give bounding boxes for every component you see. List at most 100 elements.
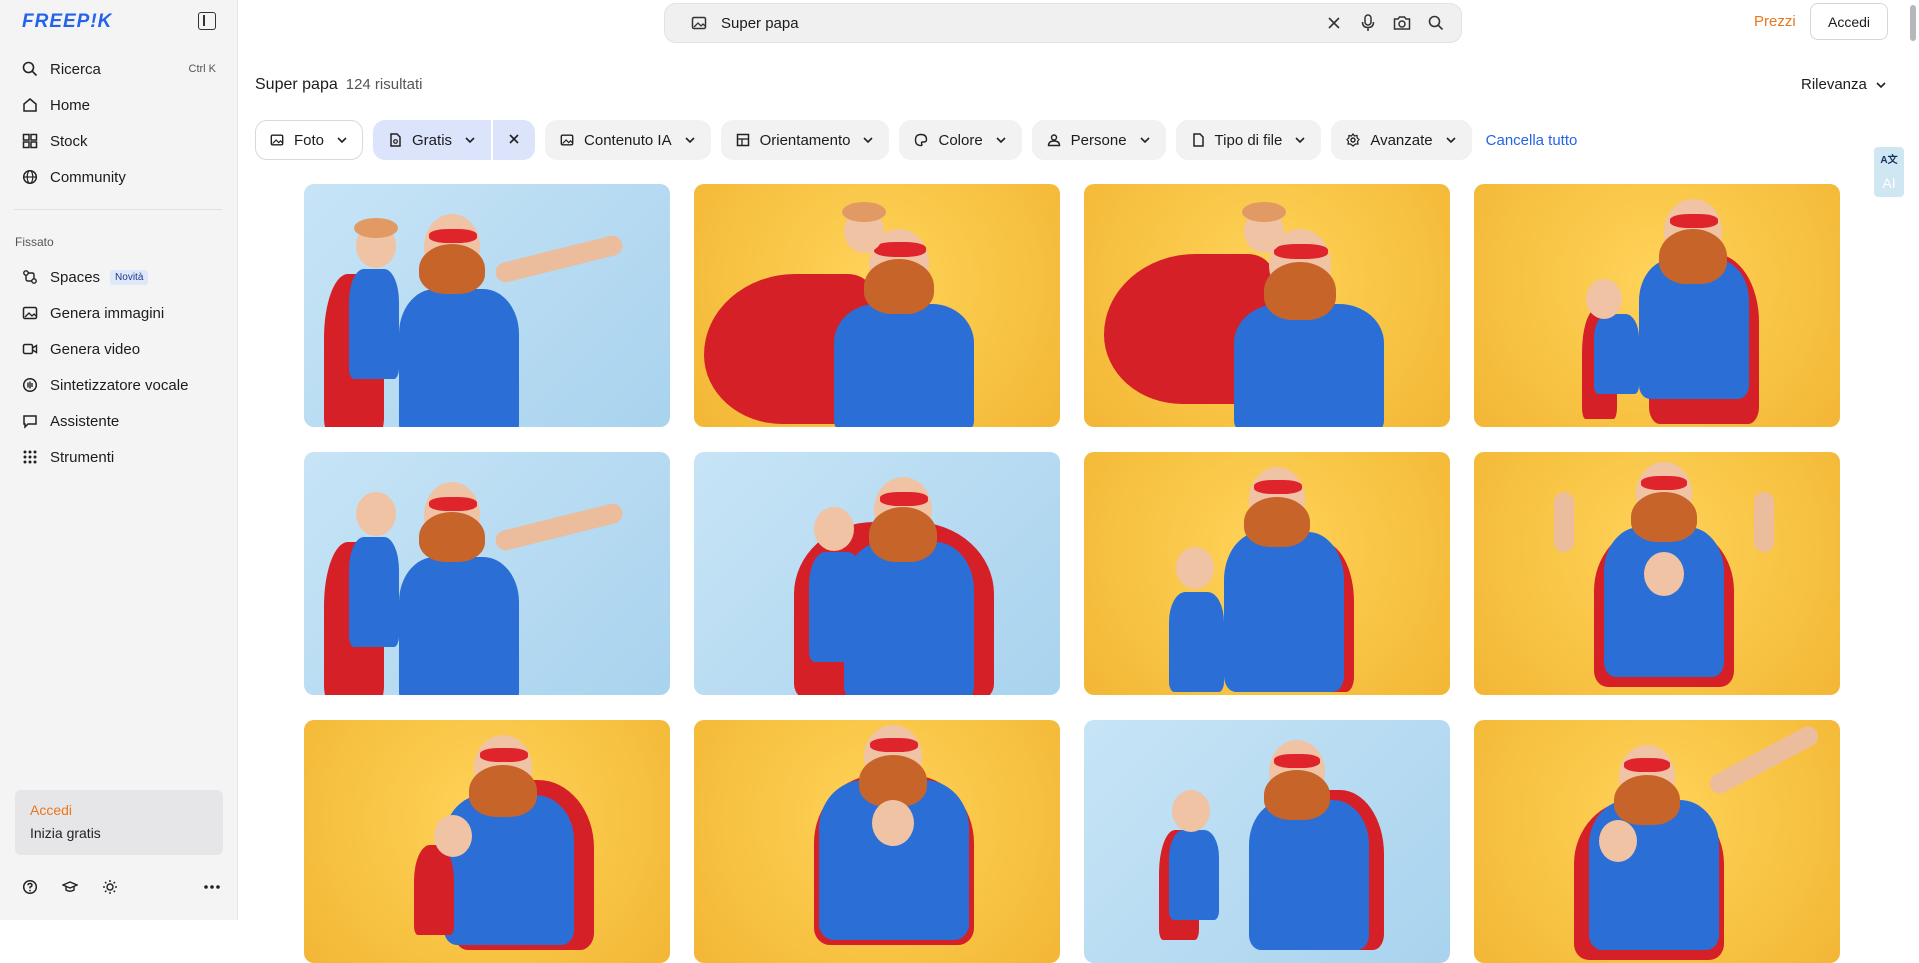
filter-label: Foto: [294, 131, 325, 149]
more-icon[interactable]: [202, 879, 222, 895]
result-image[interactable]: [1084, 184, 1450, 427]
result-image[interactable]: [1474, 720, 1840, 963]
clear-search-icon[interactable]: [1325, 14, 1343, 32]
result-image[interactable]: [694, 452, 1060, 695]
sidebar-item-label: Genera immagini: [50, 304, 165, 322]
login-link[interactable]: Accedi: [30, 802, 208, 818]
pinned-nav: Spaces Novità Genera immagini Genera vid…: [14, 259, 224, 475]
beard-shape: [419, 244, 485, 294]
remove-gratis-filter-button[interactable]: [493, 120, 536, 160]
chevron-down-icon: [995, 136, 1007, 144]
sidebar-item-spaces[interactable]: Spaces Novità: [14, 259, 224, 295]
collapse-sidebar-icon[interactable]: [198, 12, 216, 30]
result-image[interactable]: [304, 184, 670, 427]
beard-shape: [1244, 497, 1310, 547]
ai-content-icon: [560, 133, 574, 147]
close-icon: [508, 132, 520, 149]
sidebar-item-sintetizzatore-vocale[interactable]: Sintetizzatore vocale: [14, 367, 224, 403]
result-image[interactable]: [1084, 452, 1450, 695]
spaces-icon: [22, 269, 38, 285]
theme-icon[interactable]: [102, 879, 118, 895]
translate-icon: A文: [1880, 155, 1898, 166]
sidebar-item-label: Assistente: [50, 412, 120, 430]
filter-gratis-group: Gratis: [373, 120, 536, 160]
child-torso-shape: [1169, 592, 1224, 692]
child-head-shape: [814, 507, 854, 551]
pinned-section-label: Fissato: [15, 235, 54, 249]
search-bar[interactable]: Super papa: [664, 3, 1462, 43]
result-image[interactable]: [304, 452, 670, 695]
freepik-logo[interactable]: FREEP!K: [22, 11, 112, 32]
free-file-icon: [388, 133, 402, 147]
child-torso-shape: [1594, 314, 1639, 394]
mask-shape: [1670, 214, 1718, 228]
new-badge: Novità: [110, 269, 149, 285]
camera-search-icon[interactable]: [1393, 14, 1411, 32]
academy-icon[interactable]: [62, 879, 78, 895]
sidebar: FREEP!K Ricerca Ctrl K Home Stock Commun…: [0, 0, 238, 920]
clear-all-filters-link[interactable]: Cancella tutto: [1486, 132, 1578, 149]
sidebar-item-community[interactable]: Community: [14, 159, 224, 195]
sidebar-item-genera-immagini[interactable]: Genera immagini: [14, 295, 224, 331]
results-count: 124 risultati: [345, 76, 423, 93]
sidebar-item-home[interactable]: Home: [14, 87, 224, 123]
child-torso-shape: [809, 552, 864, 662]
child-head-shape: [434, 815, 472, 857]
scrollbar-thumb[interactable]: [1910, 5, 1916, 41]
filter-foto[interactable]: Foto: [255, 120, 364, 160]
filter-orientamento[interactable]: Orientamento: [720, 120, 890, 160]
mask-shape: [1254, 480, 1302, 494]
search-input[interactable]: Super papa: [721, 15, 1325, 32]
torso-shape: [834, 304, 974, 427]
beard-shape: [1614, 775, 1680, 825]
result-image[interactable]: [1474, 452, 1840, 695]
result-image[interactable]: [1474, 184, 1840, 427]
result-image[interactable]: [304, 720, 670, 963]
page-scrollbar[interactable]: [1907, 0, 1919, 920]
sidebar-item-label: Home: [50, 96, 91, 114]
mask-shape: [874, 242, 926, 257]
home-icon: [22, 97, 38, 113]
search-submit-icon[interactable]: [1427, 14, 1445, 32]
palette-icon: [914, 133, 928, 147]
image-search-type-icon[interactable]: [691, 15, 707, 31]
child-head-shape: [356, 492, 396, 536]
sidebar-item-genera-video[interactable]: Genera video: [14, 331, 224, 367]
sidebar-item-assistente[interactable]: Assistente: [14, 403, 224, 439]
mask-shape: [880, 492, 928, 506]
beard-shape: [419, 512, 485, 562]
filter-persone[interactable]: Persone: [1031, 120, 1166, 160]
mask-shape: [429, 229, 477, 243]
chevron-down-icon: [1445, 136, 1457, 144]
filter-contenuto-ia[interactable]: Contenuto IA: [545, 120, 711, 160]
sidebar-item-ricerca[interactable]: Ricerca Ctrl K: [14, 51, 224, 87]
shortcut-hint: Ctrl K: [188, 63, 217, 75]
beard-shape: [469, 765, 537, 817]
sort-dropdown[interactable]: Rilevanza: [1801, 76, 1887, 93]
filter-label: Colore: [938, 131, 983, 149]
result-image[interactable]: [694, 184, 1060, 427]
help-icon[interactable]: [22, 879, 38, 895]
search-icon: [22, 61, 38, 77]
pricing-link[interactable]: Prezzi: [1754, 13, 1796, 30]
beard-shape: [1631, 492, 1697, 542]
child-head-shape: [1644, 552, 1684, 596]
filter-colore[interactable]: Colore: [899, 120, 1022, 160]
result-image[interactable]: [1084, 720, 1450, 963]
login-button[interactable]: Accedi: [1810, 3, 1888, 40]
ai-translate-widget[interactable]: A文 AI: [1874, 147, 1904, 197]
filter-avanzate[interactable]: Avanzate: [1331, 120, 1472, 160]
filter-gratis[interactable]: Gratis: [373, 120, 492, 160]
result-image[interactable]: [694, 720, 1060, 963]
filter-tipo-di-file[interactable]: Tipo di file: [1175, 120, 1322, 160]
signup-link[interactable]: Inizia gratis: [30, 825, 208, 841]
sidebar-item-stock[interactable]: Stock: [14, 123, 224, 159]
child-torso-shape: [854, 850, 934, 940]
sort-label: Rilevanza: [1801, 76, 1867, 93]
microphone-icon[interactable]: [1359, 14, 1377, 32]
sidebar-item-strumenti[interactable]: Strumenti: [14, 439, 224, 475]
filter-label: Gratis: [412, 131, 453, 149]
filter-bar: Foto Gratis Contenuto IA Orientamento Co…: [255, 120, 1577, 160]
child-torso-shape: [1169, 830, 1219, 920]
arm-shape: [1554, 492, 1574, 552]
